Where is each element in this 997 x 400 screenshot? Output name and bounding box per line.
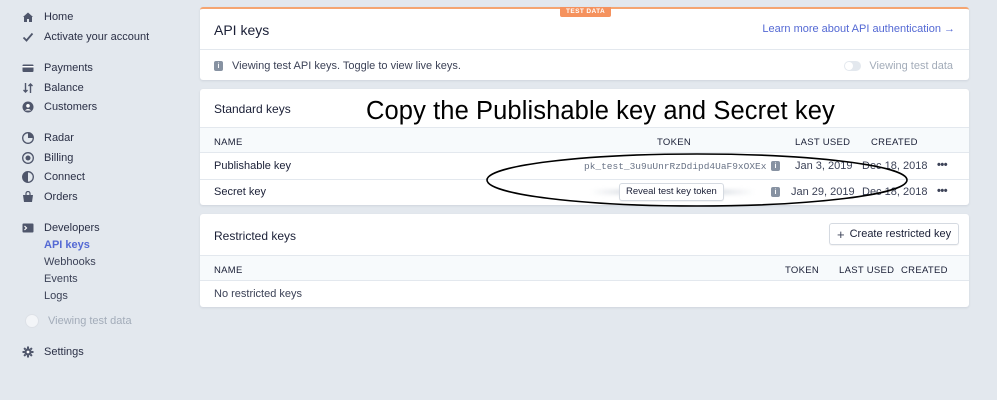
info-icon[interactable]: i: [771, 161, 780, 171]
page-title: API keys: [214, 22, 270, 38]
nav-webhooks[interactable]: Webhooks: [44, 256, 96, 270]
col-name: NAME: [214, 137, 243, 148]
nav-api-keys[interactable]: API keys: [44, 239, 90, 253]
viewing-test-data-toggle[interactable]: Viewing test data: [844, 60, 953, 72]
orders-icon: [22, 191, 34, 203]
row-divider: [200, 179, 969, 180]
learn-more-link[interactable]: Learn more about API authentication →: [762, 23, 955, 35]
nav-connect-label: Connect: [44, 171, 85, 183]
sidebar-test-data-label: Viewing test data: [48, 315, 132, 327]
secret-last-used: Jan 29, 2019: [791, 186, 855, 198]
publishable-created: Dec 18, 2018: [862, 160, 928, 172]
secret-created: Dec 18, 2018: [862, 186, 928, 198]
info-icon: i: [214, 61, 223, 71]
home-icon: [22, 11, 34, 23]
col-token: TOKEN: [785, 265, 820, 276]
nav-developers-label: Developers: [44, 222, 100, 234]
customers-icon: [22, 101, 34, 113]
restricted-keys-card: Restricted keys + Create restricted key …: [200, 214, 969, 307]
nav-billing[interactable]: Billing: [22, 150, 73, 166]
nav-customers[interactable]: Customers: [22, 99, 97, 115]
publishable-key-token[interactable]: pk_test_3u9uUnrRzDdipd4UaF9xOXEx: [584, 161, 766, 172]
secret-key-name: Secret key: [214, 186, 266, 198]
nav-payments-label: Payments: [44, 62, 93, 74]
no-restricted-keys-message: No restricted keys: [214, 288, 303, 300]
sidebar-test-data-toggle[interactable]: Viewing test data: [25, 314, 132, 328]
sidebar: Home Activate your account Payments Bala…: [0, 0, 200, 400]
more-options-icon[interactable]: •••: [937, 185, 948, 197]
nav-home-label: Home: [44, 11, 74, 23]
reveal-test-key-button[interactable]: Reveal test key token: [619, 183, 724, 201]
standard-keys-title: Standard keys: [214, 102, 291, 116]
nav-developers[interactable]: Developers: [22, 220, 100, 236]
nav-balance-label: Balance: [44, 82, 84, 94]
table-header: [200, 127, 969, 153]
col-created: CREATED: [871, 137, 918, 148]
publishable-last-used: Jan 3, 2019: [795, 160, 853, 172]
more-options-icon[interactable]: •••: [937, 159, 948, 171]
col-created: CREATED: [901, 265, 948, 276]
nav-connect[interactable]: Connect: [22, 169, 85, 185]
nav-logs[interactable]: Logs: [44, 290, 68, 304]
annotation-text: Copy the Publishable key and Secret key: [366, 97, 835, 125]
test-keys-info: i Viewing test API keys. Toggle to view …: [214, 60, 461, 72]
api-keys-card: TEST DATA API keys Learn more about API …: [200, 7, 969, 80]
balance-icon: [22, 82, 34, 94]
col-last-used: LAST USED: [839, 265, 895, 276]
nav-orders-label: Orders: [44, 191, 78, 203]
billing-icon: [22, 152, 34, 164]
create-restricted-key-label: Create restricted key: [849, 228, 952, 240]
radar-icon: [22, 132, 34, 144]
nav-radar-label: Radar: [44, 132, 74, 144]
publishable-key-name: Publishable key: [214, 160, 292, 172]
nav-billing-label: Billing: [44, 152, 74, 164]
nav-customers-label: Customers: [44, 101, 98, 113]
nav-payments[interactable]: Payments: [22, 60, 93, 76]
nav-radar[interactable]: Radar: [22, 130, 74, 146]
terminal-icon: [22, 222, 34, 234]
nav-events[interactable]: Events: [44, 273, 78, 287]
nav-settings-label: Settings: [44, 346, 84, 358]
test-data-badge: TEST DATA: [560, 7, 612, 17]
nav-orders[interactable]: Orders: [22, 189, 78, 205]
divider: [200, 49, 969, 50]
checkmark-icon: [22, 31, 34, 43]
create-restricted-key-button[interactable]: + Create restricted key: [829, 223, 960, 245]
restricted-keys-title: Restricted keys: [214, 229, 297, 243]
nav-activate-account[interactable]: Activate your account: [22, 29, 149, 45]
nav-settings[interactable]: Settings: [22, 344, 84, 360]
nav-activate-label: Activate your account: [44, 31, 150, 43]
nav-home[interactable]: Home: [22, 9, 73, 25]
connect-icon: [22, 171, 34, 183]
viewing-test-data-label: Viewing test data: [869, 60, 953, 72]
col-name: NAME: [214, 265, 243, 276]
test-keys-info-text: Viewing test API keys. Toggle to view li…: [232, 60, 461, 72]
toggle-switch[interactable]: [844, 61, 862, 71]
payments-icon: [22, 62, 34, 74]
plus-icon: +: [837, 226, 845, 242]
toggle-switch[interactable]: [25, 314, 39, 328]
gear-icon: [22, 346, 34, 358]
col-token: TOKEN: [657, 137, 692, 148]
info-icon[interactable]: i: [771, 187, 780, 197]
nav-balance[interactable]: Balance: [22, 80, 84, 96]
col-last-used: LAST USED: [795, 137, 851, 148]
